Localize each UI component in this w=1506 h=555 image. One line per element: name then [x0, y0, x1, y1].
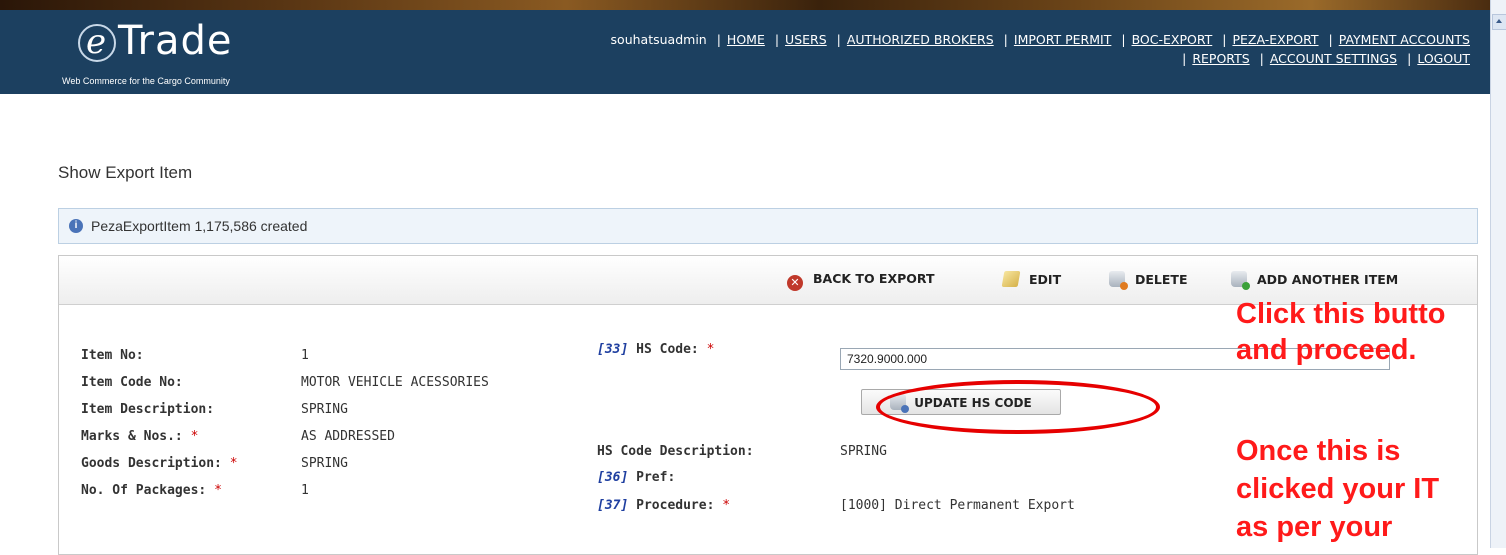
info-icon: i [69, 219, 83, 233]
flash-message-text: PezaExportItem 1,175,586 created [91, 218, 308, 234]
nav-authorized-brokers[interactable]: AUTHORIZED BROKERS [847, 32, 994, 47]
item-no-label: Item No: [81, 348, 144, 363]
no-of-packages-value: 1 [301, 483, 309, 498]
item-code-label: Item Code No: [81, 375, 183, 390]
item-description-label: Item Description: [81, 402, 215, 417]
etrade-logo[interactable]: e Trade Web Commerce for the Cargo Commu… [60, 16, 300, 90]
nav-users[interactable]: USERS [785, 32, 827, 47]
annotation-line-3: Once this is [1236, 435, 1401, 467]
database-add-icon [1231, 271, 1250, 290]
scroll-up-arrow-icon[interactable] [1492, 14, 1506, 30]
edit-button[interactable]: EDIT [1001, 271, 1061, 287]
pref-label: [36] Pref: [597, 470, 676, 485]
procedure-label: [37] Procedure: * [597, 498, 731, 513]
database-delete-icon [1109, 271, 1128, 290]
annotation-line-4: clicked your IT [1236, 473, 1440, 505]
nav-peza-export[interactable]: PEZA-EXPORT [1232, 32, 1318, 47]
logo-wordmark: Trade [118, 18, 233, 64]
nav-payment-accounts[interactable]: PAYMENT ACCOUNTS [1339, 32, 1470, 47]
annotation-line-5: as per your [1236, 511, 1393, 543]
vertical-scrollbar[interactable] [1490, 0, 1506, 548]
main-nav: souhatsuadmin | HOME | USERS | AUTHORIZED B… [610, 32, 1470, 66]
annotation-line-2: and proceed. [1236, 334, 1417, 366]
annotation-line-1: Click this butto [1236, 298, 1446, 330]
hs-code-description-value: SPRING [840, 444, 887, 459]
marks-nos-value: AS ADDRESSED [301, 429, 395, 444]
pencil-icon [1001, 271, 1021, 287]
item-code-value: MOTOR VEHICLE ACESSORIES [301, 375, 489, 390]
header-banner-strip [0, 0, 1490, 10]
flash-message: i PezaExportItem 1,175,586 created [58, 208, 1478, 244]
no-of-packages-label: No. Of Packages: * [81, 483, 222, 498]
logo-tagline: Web Commerce for the Cargo Community [62, 76, 230, 86]
item-no-value: 1 [301, 348, 309, 363]
hs-code-description-label: HS Code Description: [597, 444, 754, 459]
marks-nos-label: Marks & Nos.: * [81, 429, 199, 444]
nav-logout[interactable]: LOGOUT [1417, 51, 1470, 66]
procedure-value: [1000] Direct Permanent Export [840, 498, 1075, 513]
goods-description-label: Goods Description: * [81, 456, 238, 471]
close-circle-icon: ✕ [787, 275, 803, 291]
page-title: Show Export Item [58, 163, 193, 182]
logo-e-icon: e [78, 22, 116, 62]
back-to-export-button[interactable]: ✕ BACK TO EXPORT [787, 271, 934, 291]
nav-home[interactable]: HOME [727, 32, 765, 47]
site-header: e Trade Web Commerce for the Cargo Commu… [0, 10, 1490, 94]
goods-description-value: SPRING [301, 456, 348, 471]
nav-account-settings[interactable]: ACCOUNT SETTINGS [1270, 51, 1397, 66]
nav-import-permit[interactable]: IMPORT PERMIT [1014, 32, 1111, 47]
add-another-item-button[interactable]: ADD ANOTHER ITEM [1231, 271, 1398, 290]
highlight-ellipse [876, 380, 1160, 434]
nav-boc-export[interactable]: BOC-EXPORT [1132, 32, 1213, 47]
nav-reports[interactable]: REPORTS [1192, 51, 1249, 66]
delete-button[interactable]: DELETE [1109, 271, 1187, 290]
username-label: souhatsuadmin [610, 32, 707, 47]
hs-code-label: [33] HS Code: * [597, 342, 715, 357]
item-description-value: SPRING [301, 402, 348, 417]
